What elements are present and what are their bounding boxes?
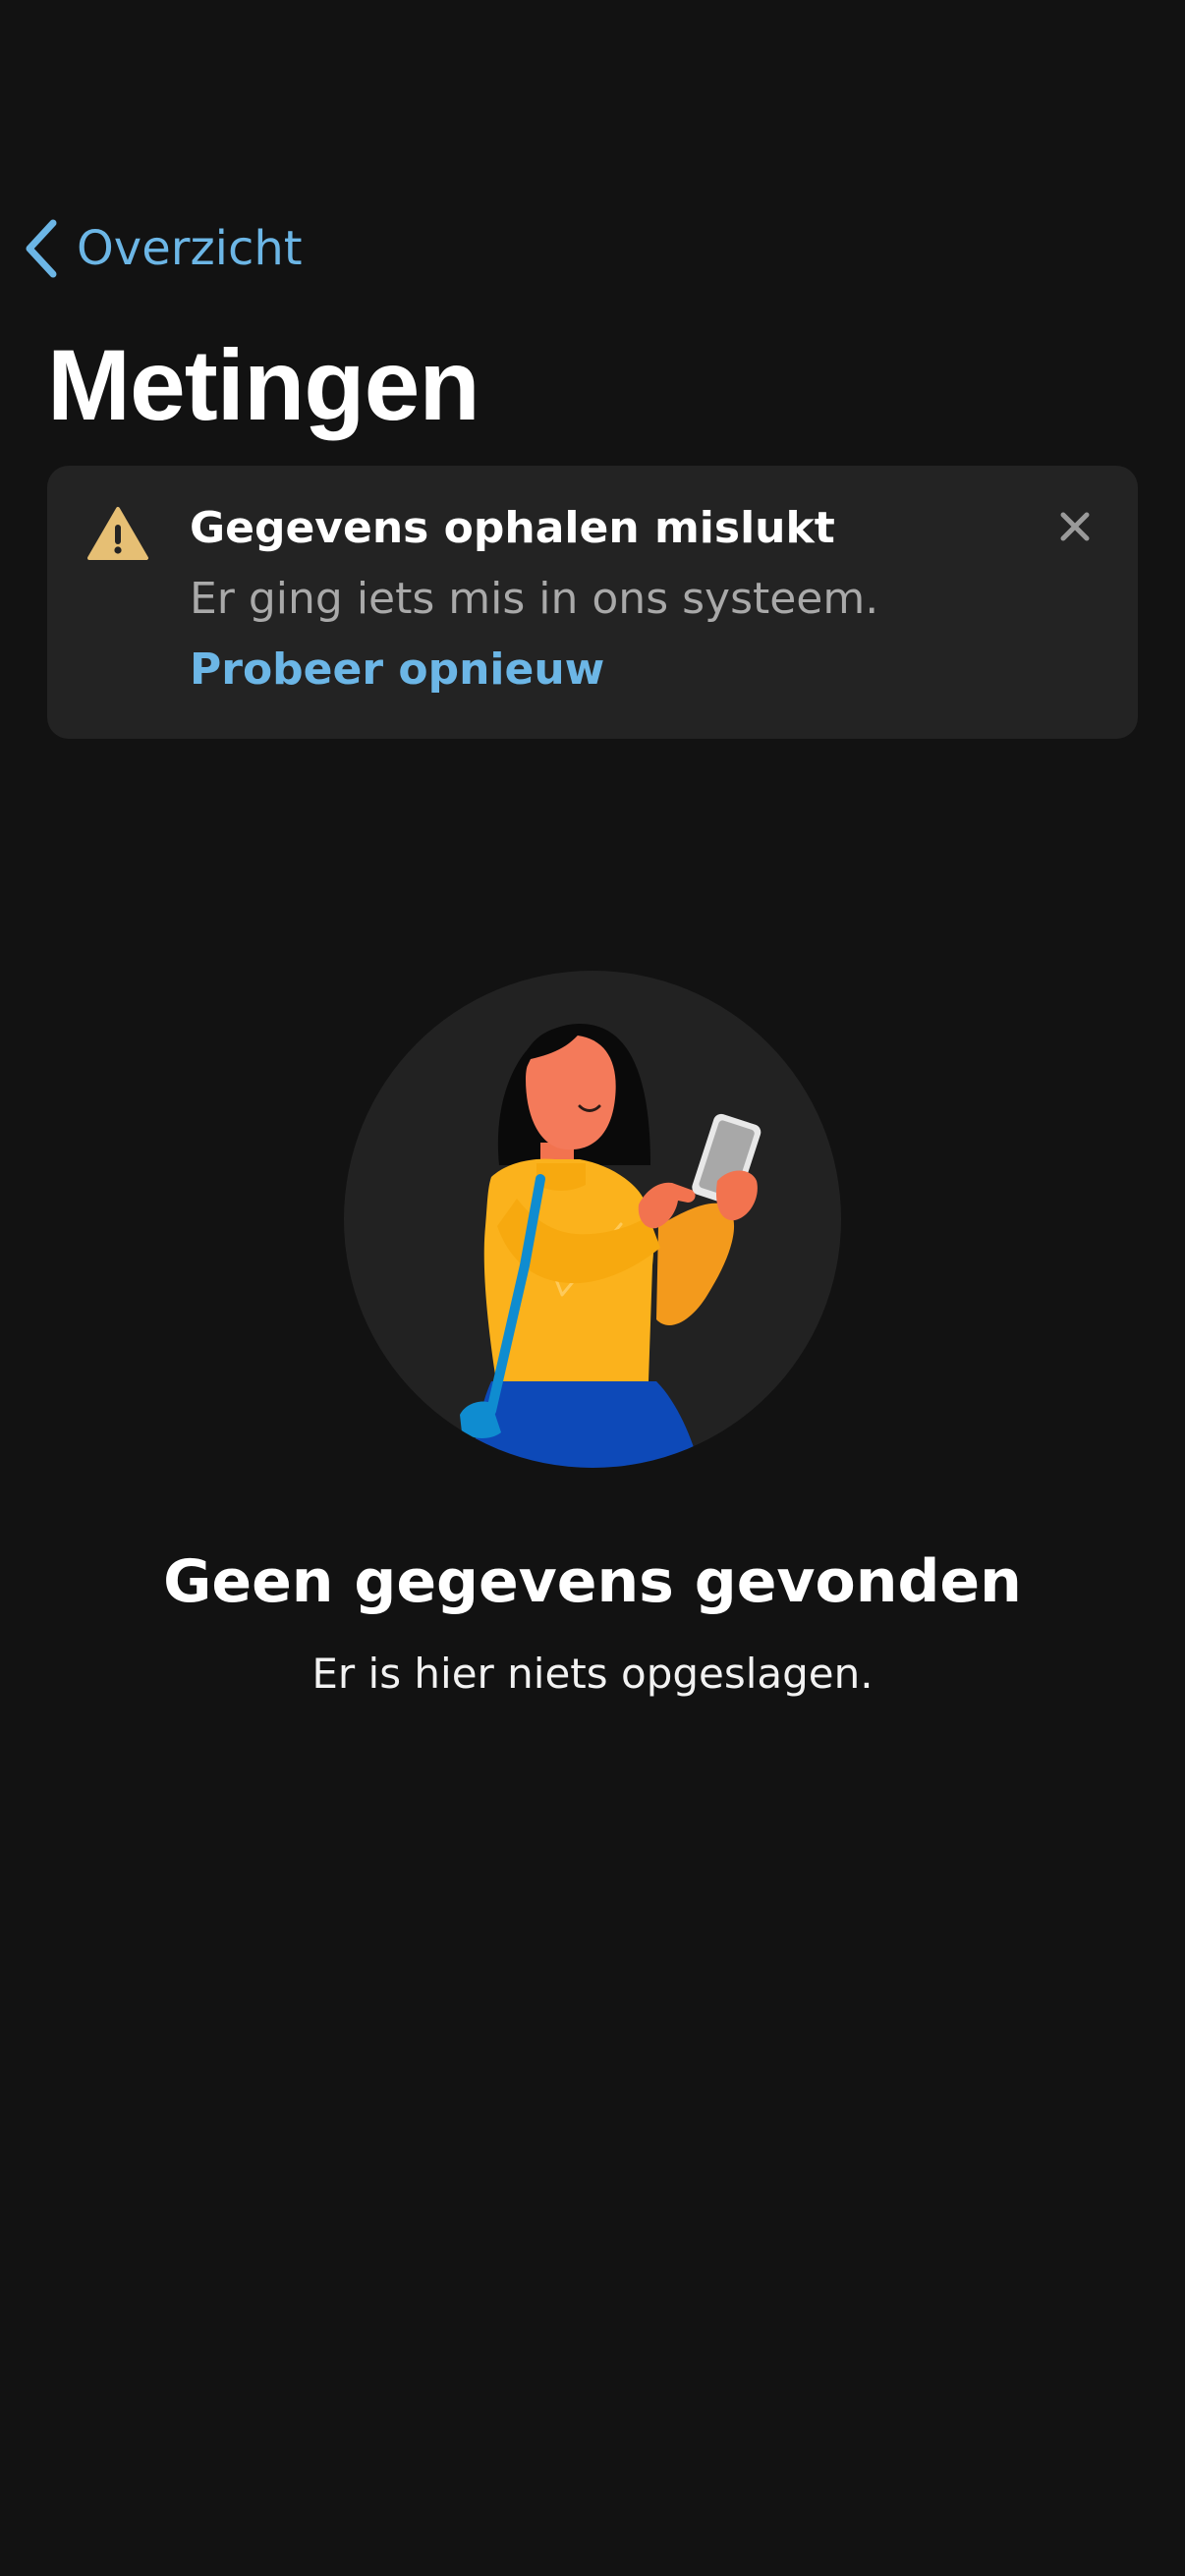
woman-with-phone-illustration — [344, 971, 841, 1468]
warning-icon — [86, 505, 149, 562]
retry-button[interactable]: Probeer opnieuw — [190, 644, 604, 697]
chevron-left-icon — [22, 217, 61, 280]
page-title: Metingen — [47, 329, 480, 441]
empty-state-title: Geen gegevens gevonden — [163, 1547, 1022, 1616]
alert-title: Gegevens ophalen mislukt — [190, 503, 835, 553]
alert-close-button[interactable] — [1047, 501, 1102, 556]
error-alert: Gegevens ophalen mislukt Er ging iets mi… — [47, 466, 1138, 739]
back-button[interactable]: Overzicht — [22, 214, 303, 283]
alert-message: Er ging iets mis in ons systeem. — [190, 574, 879, 624]
empty-state-subtitle: Er is hier niets opgeslagen. — [311, 1650, 874, 1698]
back-button-label: Overzicht — [77, 221, 303, 276]
close-icon — [1060, 512, 1090, 545]
